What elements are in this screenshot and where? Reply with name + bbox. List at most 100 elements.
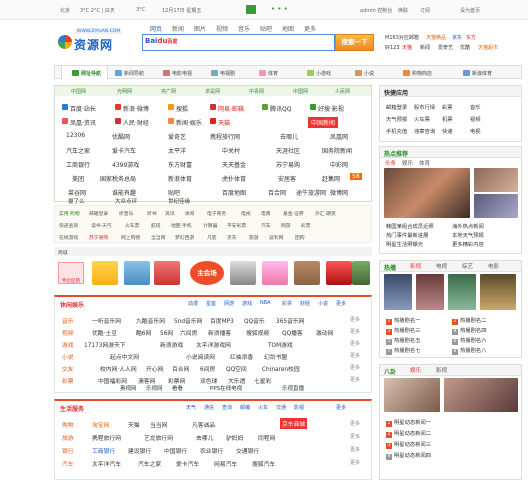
row-link[interactable]: 爱卡汽车 xyxy=(176,459,199,468)
hot-tab[interactable]: 头条 xyxy=(385,159,396,167)
trend-link[interactable]: 3 热播剧名三 xyxy=(386,326,421,335)
gov-link[interactable]: 求是网 xyxy=(205,88,220,95)
hot-news-link[interactable]: 韩国某组合成员近照 xyxy=(386,222,434,230)
row-link[interactable]: 56网 xyxy=(160,328,173,337)
gov-link[interactable]: 央广网 xyxy=(161,88,176,95)
nav-tab-news[interactable]: 新闻导航 xyxy=(115,70,144,77)
row-link[interactable]: 天猫 xyxy=(128,420,140,429)
site-link[interactable]: 途牛旅游网 xyxy=(296,188,326,197)
right-link-hao123[interactable]: 好123 xyxy=(385,44,400,51)
right-link-tmall[interactable]: 天猫精品 xyxy=(426,34,446,41)
row-link[interactable]: 去哪儿 xyxy=(196,433,213,442)
row-link[interactable]: 凡客诚品 xyxy=(192,420,215,429)
row-link[interactable]: 农业银行 xyxy=(200,446,223,455)
row-link[interactable]: 京东商城 xyxy=(280,418,308,429)
site-link[interactable]: 百合网 xyxy=(268,188,286,197)
life-top-link[interactable]: 查询 xyxy=(222,404,232,411)
row-link[interactable]: 汽车之家 xyxy=(138,459,161,468)
trend-tab[interactable]: 影视 xyxy=(410,262,421,270)
site-link[interactable]: 国务院新闻 xyxy=(322,146,352,155)
site-link[interactable]: 百度·站长 xyxy=(70,104,96,113)
logo-text[interactable]: 资源网 xyxy=(74,36,113,53)
row-link[interactable]: 看看 xyxy=(172,384,183,392)
trend-link[interactable]: 2 热播剧名二 xyxy=(452,316,487,325)
product-image[interactable] xyxy=(230,261,256,285)
row-link[interactable]: 乐视网 xyxy=(146,384,163,392)
home-icon[interactable] xyxy=(246,5,256,14)
more-link[interactable]: 更多 xyxy=(350,433,360,440)
cat-link[interactable]: 苏宁易购 xyxy=(89,234,108,241)
gov-link[interactable]: 中青网 xyxy=(249,88,264,95)
trend-link[interactable]: 5 热播剧名五 xyxy=(386,336,421,345)
quick-app-link[interactable]: 违章查询 xyxy=(414,127,435,135)
gov-link[interactable]: 中国网 xyxy=(71,88,86,95)
site-link[interactable]: 58 xyxy=(350,173,362,180)
nav-tab-sports[interactable]: 体育 xyxy=(259,70,278,77)
search-tab-web[interactable]: 网页 xyxy=(150,24,162,33)
star-news-link[interactable]: 2 明星动态新闻二 xyxy=(386,429,431,438)
row-link[interactable]: 起点中文网 xyxy=(110,352,139,361)
hot-news-image[interactable] xyxy=(474,194,518,218)
row-category[interactable]: 音乐 xyxy=(62,316,74,325)
row-link[interactable]: 七星彩 xyxy=(254,376,271,385)
leisure-top-link[interactable]: 更多 xyxy=(336,300,346,307)
row-link[interactable]: 激动网 xyxy=(316,328,333,337)
site-link[interactable]: 天猫 xyxy=(218,118,230,127)
row-link[interactable]: 优酷·土豆 xyxy=(92,328,117,337)
nav-tab-sina-sports[interactable]: 新浪体育 xyxy=(463,70,492,77)
nav-tab-games[interactable]: 小游戏 xyxy=(307,70,331,77)
row-link[interactable]: 酷6网 xyxy=(136,328,151,337)
row-link[interactable]: 同程网 xyxy=(258,433,275,442)
site-link[interactable]: 天涯社区 xyxy=(276,146,300,155)
site-link[interactable]: 人民·财经 xyxy=(123,118,149,127)
row-link[interactable]: 校内网·人人网 xyxy=(100,364,137,373)
cat-link[interactable]: 汽车 xyxy=(261,222,271,229)
site-link[interactable]: 4399游戏 xyxy=(112,160,139,169)
product-image[interactable] xyxy=(92,261,118,285)
cat-link[interactable]: 京东 xyxy=(227,234,237,241)
quick-app-link[interactable]: 视频 xyxy=(470,115,481,123)
row-link[interactable]: 新浪播客 xyxy=(208,328,231,337)
row-link[interactable]: 太平洋游戏网 xyxy=(196,340,231,349)
star-image[interactable] xyxy=(444,378,518,412)
leisure-top-link[interactable]: 游戏 xyxy=(242,300,252,307)
leisure-top-link[interactable]: 彩票 xyxy=(282,300,292,307)
row-link[interactable]: 搜狐视频 xyxy=(246,328,269,337)
quick-app-link[interactable]: 快递 xyxy=(442,127,453,135)
row-link[interactable]: Chinaren校园 xyxy=(262,364,300,373)
search-tab-music[interactable]: 音乐 xyxy=(238,24,250,33)
trend-poster[interactable] xyxy=(416,274,444,310)
nav-tab-shop[interactable]: 购物商店 xyxy=(403,70,432,77)
quick-app-link[interactable]: 电视 xyxy=(470,127,481,135)
right-link-iqiyi[interactable]: 爱奇艺 xyxy=(438,44,453,51)
row-link[interactable]: TOM游戏 xyxy=(268,340,293,349)
cat-link[interactable]: 外汇·期货 xyxy=(315,210,336,217)
row-link[interactable]: 驴妈妈 xyxy=(226,433,243,442)
more-link[interactable]: 更多 xyxy=(350,376,360,383)
right-link-jd[interactable]: 京东 xyxy=(452,34,462,41)
star-image[interactable] xyxy=(384,378,440,412)
cat-link[interactable]: 快递查询 xyxy=(59,222,78,229)
leisure-top-link[interactable]: 小说 xyxy=(318,300,328,307)
main-venue-badge[interactable]: 主会场 xyxy=(190,261,224,285)
trend-link[interactable]: 1 热播剧名一 xyxy=(386,316,421,325)
life-top-link[interactable]: 交通 xyxy=(276,404,286,411)
row-link[interactable]: 百度MP3 xyxy=(210,316,234,325)
quick-app-link[interactable]: 机票 xyxy=(442,115,453,123)
right-link-youku[interactable]: 优酷 xyxy=(460,44,470,51)
cat-link[interactable]: 返利网 xyxy=(269,234,283,241)
row-link[interactable]: 当当网 xyxy=(150,420,167,429)
site-link[interactable]: 12306 xyxy=(66,132,85,139)
right-link-news[interactable]: 新闻 xyxy=(420,44,430,51)
cat-link[interactable]: 网上购物 xyxy=(121,234,140,241)
row-category[interactable]: 旅游 xyxy=(62,433,74,442)
life-top-link[interactable]: 影视 xyxy=(294,404,304,411)
row-category[interactable]: 汽车 xyxy=(62,459,74,468)
search-tab-more[interactable]: 更多 xyxy=(304,24,316,33)
cat-link[interactable]: 彩票 xyxy=(301,222,311,229)
hot-tab[interactable]: 体育 xyxy=(419,159,430,167)
star-news-link[interactable]: 3 明星动态新闻三 xyxy=(386,440,431,449)
site-link[interactable]: 微博网 xyxy=(330,188,348,197)
leisure-top-link[interactable]: 动漫 xyxy=(188,300,198,307)
site-link[interactable]: 工商银行 xyxy=(66,160,90,169)
